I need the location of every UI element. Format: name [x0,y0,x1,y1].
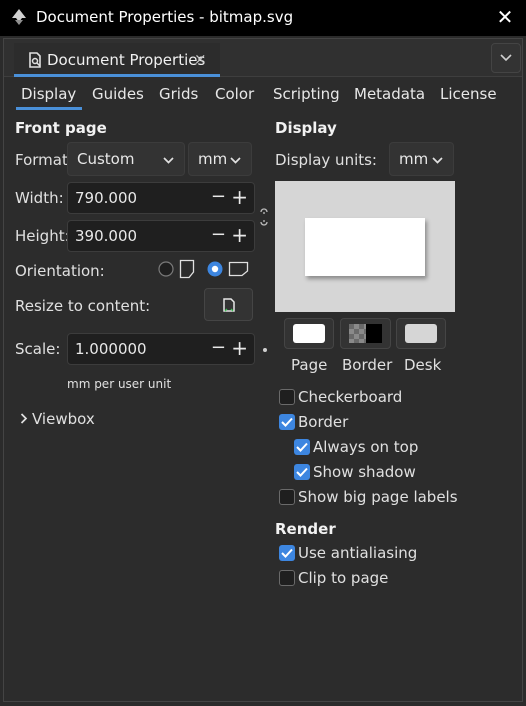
width-increment-icon[interactable]: + [231,185,248,209]
show-big-page-labels-label: Show big page labels [298,488,458,506]
format-label: Format: [15,151,73,169]
height-increment-icon[interactable]: + [231,223,248,247]
desk-color-swatch [405,324,437,343]
tab-guides[interactable]: Guides [92,85,144,103]
use-antialiasing-label: Use antialiasing [298,544,418,562]
portrait-radio[interactable] [158,261,174,277]
render-heading: Render [275,520,336,538]
checkmark-icon [296,467,308,477]
show-big-page-labels-checkbox[interactable] [279,489,295,505]
scale-value: 1.000000 [75,340,147,358]
use-antialiasing-checkbox[interactable] [279,545,295,561]
show-shadow-checkbox[interactable] [294,464,310,480]
link-dimensions-icon[interactable] [259,204,269,230]
display-units-dropdown[interactable]: mm [389,142,454,176]
scale-label: Scale: [15,340,61,358]
window-titlebar: Document Properties - bitmap.svg ✕ [0,0,526,36]
chevron-down-icon [432,157,443,164]
scale-link-dot [263,348,267,352]
resize-to-content-label: Resize to content: [15,297,151,315]
dialog-frame: Document Properties × Display Guides Gri… [3,38,523,702]
show-shadow-label: Show shadow [313,463,416,481]
page-color-swatch [293,324,325,343]
always-on-top-label: Always on top [313,438,419,456]
document-properties-tab[interactable]: Document Properties × [14,43,220,77]
document-properties-tab-label: Document Properties [47,51,206,69]
scale-decrement-icon[interactable]: − [211,337,226,358]
portrait-page-icon [179,259,195,279]
page-color-label: Page [291,356,328,374]
height-decrement-icon[interactable]: − [211,224,226,245]
width-decrement-icon[interactable]: − [211,186,226,207]
display-units-value: mm [399,150,429,168]
clip-to-page-checkbox[interactable] [279,570,295,586]
height-spinbox[interactable]: 390.000 − + [67,220,255,252]
page-color-button[interactable] [284,318,334,349]
display-heading: Display [275,119,337,137]
clip-to-page-label: Clip to page [298,569,389,587]
checkmark-icon [281,417,293,427]
border-color-swatch [349,324,382,343]
height-label: Height: [15,227,70,245]
tab-scripting[interactable]: Scripting [273,85,340,103]
scale-spinbox[interactable]: 1.000000 − + [67,333,255,365]
preview-page [305,218,425,276]
tab-grids[interactable]: Grids [159,85,198,103]
dock-tabbar: Document Properties × [4,39,522,77]
border-checkbox[interactable] [279,414,295,430]
inkscape-app-icon [12,9,26,25]
tab-license[interactable]: License [440,85,497,103]
tab-color[interactable]: Color [215,85,254,103]
border-label: Border [298,413,349,431]
checkerboard-label: Checkerboard [298,388,403,406]
tab-close-icon[interactable]: × [194,50,207,68]
window-title: Document Properties - bitmap.svg [36,8,294,26]
landscape-radio[interactable] [207,261,223,277]
chevron-down-icon [230,157,241,164]
chevron-right-icon[interactable] [20,413,28,424]
width-value: 790.000 [75,189,138,207]
format-value: Custom [77,150,135,168]
document-properties-icon [29,52,41,68]
tab-metadata[interactable]: Metadata [354,85,425,103]
orientation-label: Orientation: [15,262,105,280]
scale-increment-icon[interactable]: + [231,336,248,360]
chevron-down-icon [500,54,512,62]
checkerboard-checkbox[interactable] [279,389,295,405]
active-tab-indicator [16,107,82,110]
border-color-button[interactable] [340,318,391,349]
page-preview [275,181,455,312]
front-page-heading: Front page [15,119,107,137]
format-dropdown[interactable]: Custom [67,142,185,176]
width-label: Width: [15,189,64,207]
window-close-icon[interactable]: ✕ [494,6,516,28]
scale-unit-note: mm per user unit [67,377,172,391]
desk-color-label: Desk [404,356,442,374]
checkmark-icon [281,548,293,558]
chevron-down-icon [163,157,174,164]
tab-display[interactable]: Display [21,85,76,103]
border-color-label: Border [342,356,393,374]
page-unit-dropdown[interactable]: mm [188,142,252,176]
tab-menu-button[interactable] [491,43,521,73]
always-on-top-checkbox[interactable] [294,439,310,455]
page-unit-value: mm [198,150,228,168]
resize-to-content-button[interactable] [204,288,253,321]
display-units-label: Display units: [275,151,377,169]
height-value: 390.000 [75,227,138,245]
desk-color-button[interactable] [396,318,446,349]
properties-tabs: Display Guides Grids Color Scripting Met… [12,83,512,110]
width-spinbox[interactable]: 790.000 − + [67,182,255,214]
viewbox-expander[interactable]: Viewbox [32,410,95,428]
checkmark-icon [296,442,308,452]
resize-page-icon [223,298,235,312]
landscape-page-icon [228,261,249,277]
